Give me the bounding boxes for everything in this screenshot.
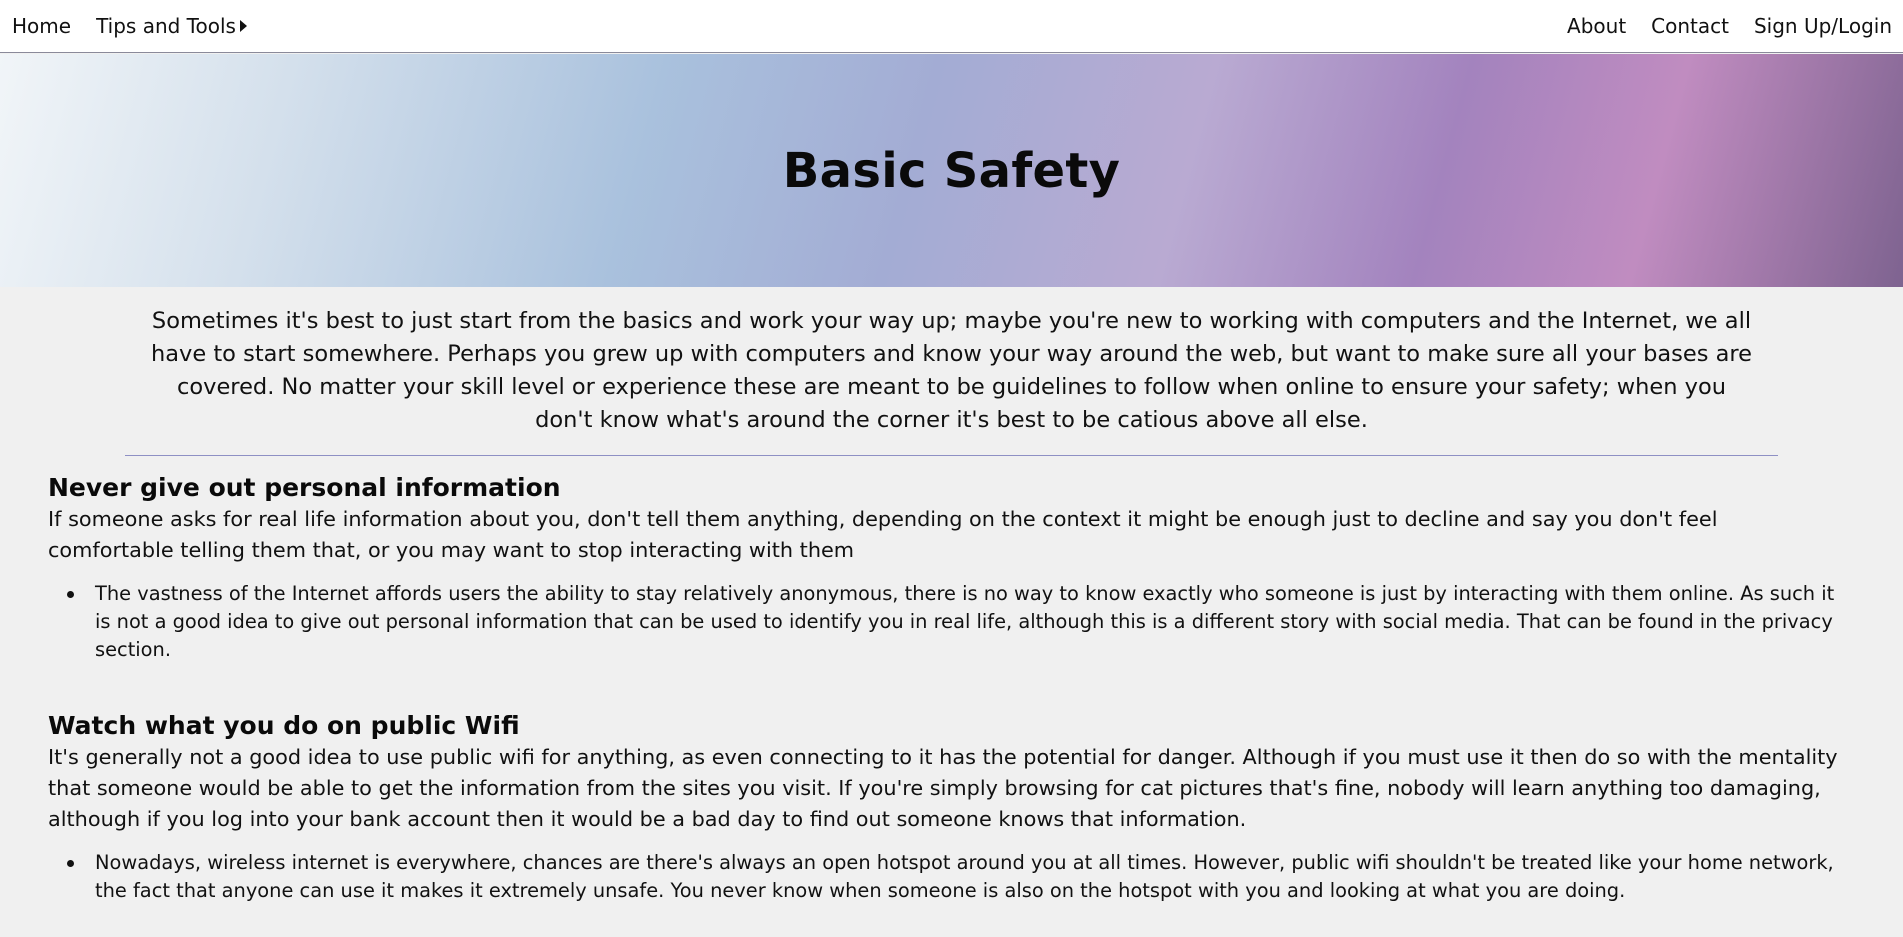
list-item-text: The vastness of the Internet affords use… — [95, 582, 1835, 661]
list-item: The vastness of the Internet affords use… — [67, 580, 1848, 664]
nav-home-label: Home — [12, 14, 72, 38]
list-item-text: Nowadays, wireless internet is everywher… — [95, 851, 1834, 902]
section-body: It's generally not a good idea to use pu… — [48, 745, 1838, 831]
bullet-list: The vastness of the Internet affords use… — [48, 580, 1848, 664]
section-heading: Never give out personal information — [48, 473, 561, 502]
section-body: If someone asks for real life informatio… — [48, 507, 1718, 562]
bullet-icon — [67, 860, 74, 867]
section-public-wifi: Watch what you do on public Wifi It's ge… — [48, 711, 1848, 905]
section-heading: Watch what you do on public Wifi — [48, 711, 520, 740]
nav-tips-and-tools-dropdown[interactable]: Tips and Tools — [96, 14, 247, 38]
nav-left-group: Home Tips and Tools — [0, 0, 272, 52]
nav-contact-link[interactable]: Contact — [1651, 14, 1729, 38]
nav-signup-login-link[interactable]: Sign Up/Login — [1754, 14, 1892, 38]
nav-contact-label: Contact — [1651, 14, 1729, 38]
page-title: Basic Safety — [782, 142, 1121, 199]
bullet-list: Nowadays, wireless internet is everywher… — [48, 849, 1848, 905]
top-navbar: Home Tips and Tools About Contact Sign U… — [0, 0, 1903, 53]
nav-right-group: About Contact Sign Up/Login — [1542, 0, 1903, 52]
intro-paragraph: Sometimes it's best to just start from t… — [151, 308, 1752, 433]
nav-about-link[interactable]: About — [1567, 14, 1626, 38]
section-personal-information: Never give out personal information If s… — [48, 473, 1848, 664]
hero-banner: Basic Safety — [0, 54, 1903, 287]
nav-signup-label: Sign Up/Login — [1753, 14, 1892, 38]
section-divider — [125, 455, 1778, 456]
nav-tips-label: Tips and Tools — [96, 14, 236, 38]
bullet-icon — [67, 591, 74, 598]
caret-right-icon — [239, 20, 247, 32]
nav-about-label: About — [1567, 14, 1627, 38]
nav-home-link[interactable]: Home — [12, 14, 71, 38]
list-item: Nowadays, wireless internet is everywher… — [67, 849, 1848, 905]
